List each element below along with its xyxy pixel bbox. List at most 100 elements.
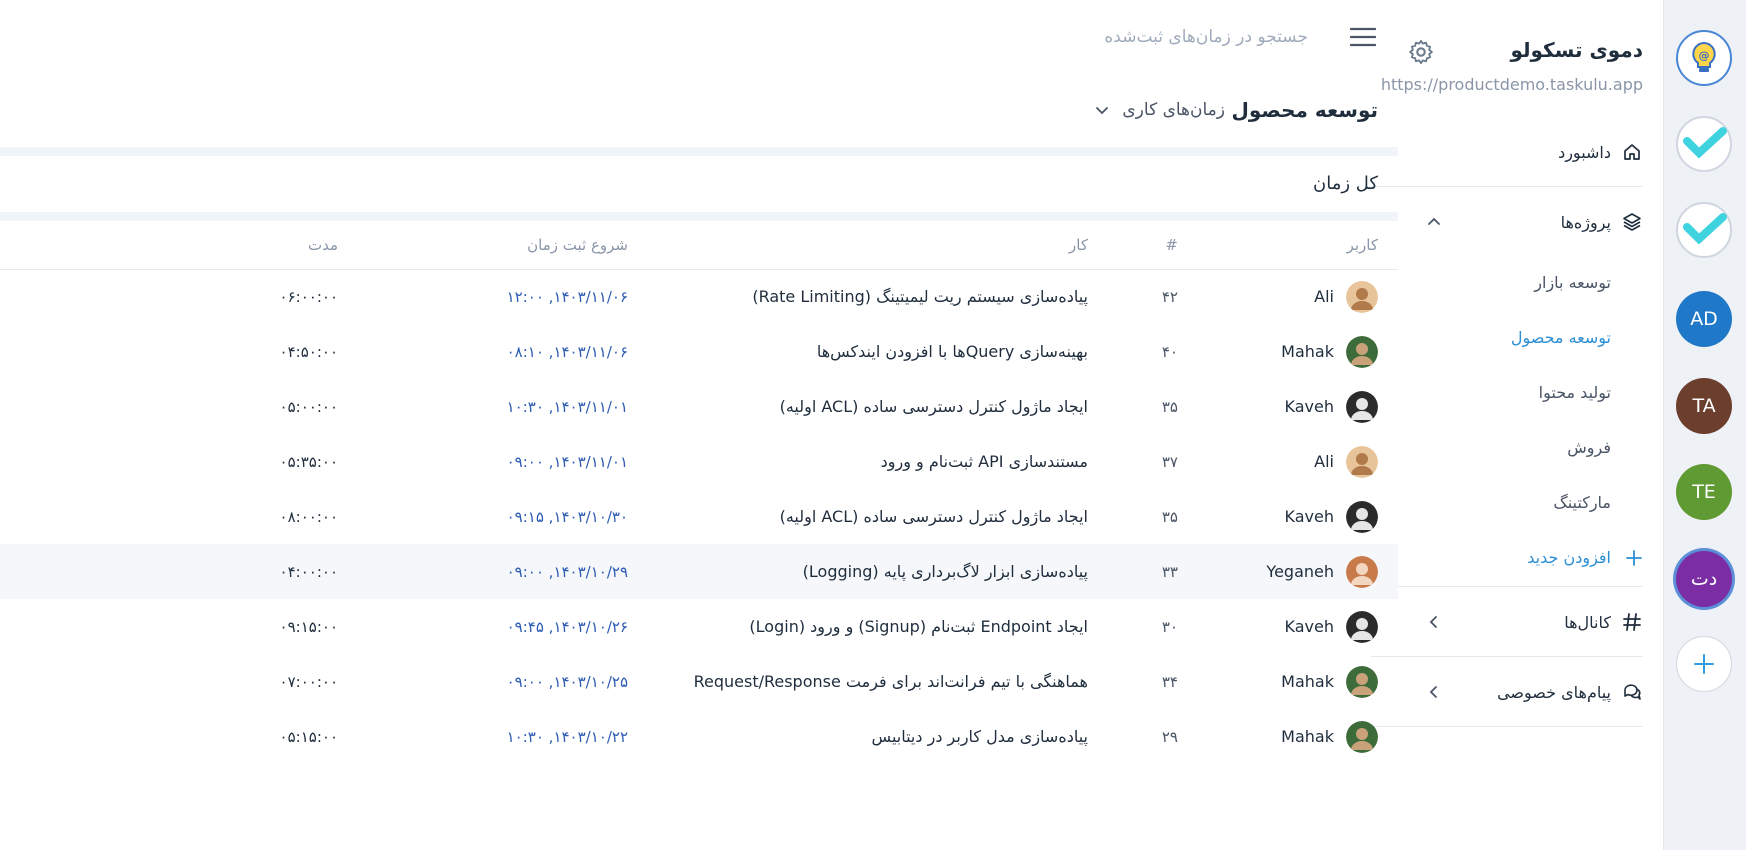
view-selector-label: زمان‌های کاری: [1122, 100, 1225, 120]
cell-task[interactable]: بهینه‌سازی Queryها با افزودن ایندکس‌ها: [648, 324, 1108, 379]
workspace-ta[interactable]: TA: [1676, 378, 1732, 434]
cell-duration: ۰۷:۰۰:۰۰: [279, 672, 338, 691]
cell-num: ۳۵: [1161, 397, 1178, 416]
user-avatar: [1346, 610, 1378, 643]
workspace-check-1[interactable]: [1676, 116, 1732, 172]
add-new-label: افزودن جدید: [1527, 548, 1611, 567]
user-name: Mahak: [1281, 342, 1334, 361]
view-selector[interactable]: زمان‌های کاری: [1094, 100, 1225, 120]
workspace-check-2[interactable]: [1676, 202, 1732, 258]
project-item[interactable]: تولید محتوا: [1539, 383, 1611, 402]
cell-duration: ۰۴:۵۰:۰۰: [279, 342, 338, 361]
section-band: [0, 212, 1398, 221]
cell-num: ۳۰: [1161, 617, 1178, 636]
cell-num: ۳۴: [1161, 672, 1178, 691]
chevron-left-icon[interactable]: [1426, 614, 1442, 630]
sidebar-item-channels[interactable]: کانال‌ها: [1418, 602, 1643, 642]
header-num[interactable]: #: [1108, 222, 1198, 270]
cell-task[interactable]: ایجاد ماژول کنترل دسترسی ساده (ACL اولیه…: [648, 489, 1108, 544]
cell-task[interactable]: مستندسازی API ثبت‌نام و ورود: [648, 434, 1108, 489]
section-band: [0, 147, 1398, 156]
cell-num: ۳۳: [1108, 544, 1198, 599]
divider: [1371, 586, 1643, 587]
user-name: Ali: [1314, 287, 1334, 307]
cell-task[interactable]: پیاده‌سازی مدل کاربر در دیتابیس: [648, 709, 1108, 764]
user-avatar: [1346, 335, 1378, 368]
workspace-dt[interactable]: دت: [1676, 551, 1732, 607]
project-item[interactable]: توسعه بازار: [1534, 273, 1611, 292]
header-task[interactable]: کار: [648, 222, 1108, 270]
chat-bubbles-icon: [1621, 681, 1643, 703]
check-icon: [1683, 127, 1727, 159]
sidebar-item-dashboard[interactable]: داشبورد: [1418, 132, 1643, 172]
table-row[interactable]: Kaveh ۳۰ ایجاد Endpoint ثبت‌نام (Signup)…: [0, 599, 1398, 654]
header-user[interactable]: کاربر: [1198, 222, 1398, 270]
cell-extra: [0, 324, 78, 379]
cell-start: ۱۴۰۳/۱۱/۰۶, ۰۸:۱۰: [506, 342, 628, 361]
total-time-label: کل زمان: [1313, 173, 1378, 194]
workspace-url[interactable]: https://productdemo.taskulu.app: [1381, 75, 1643, 94]
cell-duration: ۰۵:۱۵:۰۰: [279, 727, 338, 746]
user-name: Kaveh: [1284, 397, 1334, 416]
table-row[interactable]: Kaveh ۳۵ ایجاد ماژول کنترل دسترسی ساده (…: [0, 489, 1398, 544]
table-row[interactable]: Yeganeh ۳۳ پیاده‌سازی ابزار لاگ‌برداری پ…: [0, 544, 1398, 599]
table-row[interactable]: Ali ۴۲ پیاده‌سازی سیستم ریت لیمیتینگ (Ra…: [0, 269, 1398, 324]
cell-user: Mahak: [1198, 324, 1398, 379]
channels-label: کانال‌ها: [1564, 612, 1611, 632]
user-avatar: [1346, 555, 1378, 588]
hamburger-menu-icon[interactable]: [1350, 27, 1376, 47]
cell-start: ۱۴۰۳/۱۰/۲۵, ۰۹:۰۰: [506, 672, 628, 691]
table-row[interactable]: Ali ۳۷ مستندسازی API ثبت‌نام و ورود ۱۴۰۳…: [0, 434, 1398, 489]
chevron-up-icon[interactable]: [1426, 214, 1442, 230]
cell-extra: [0, 379, 78, 434]
workspace-logo-bulb-icon[interactable]: @: [1676, 30, 1732, 86]
chevron-left-icon[interactable]: [1426, 684, 1442, 700]
cell-task[interactable]: پیاده‌سازی ابزار لاگ‌برداری پایه (Loggin…: [648, 544, 1108, 599]
sidebar-item-projects[interactable]: پروژه‌ها: [1418, 202, 1643, 242]
user-avatar: [1346, 445, 1378, 478]
user-avatar: [1346, 720, 1378, 753]
header-start[interactable]: شروع ثبت زمان: [358, 222, 648, 270]
cell-task[interactable]: پیاده‌سازی سیستم ریت لیمیتینگ (Rate Limi…: [648, 269, 1108, 324]
add-project-button[interactable]: افزودن جدید: [1527, 548, 1643, 567]
user-name: Kaveh: [1284, 507, 1334, 526]
cell-extra: [0, 654, 78, 709]
page-title: توسعه محصول: [1231, 98, 1379, 122]
cell-num: ۳۵: [1161, 507, 1178, 526]
table-header-row: کاربر # کار شروع ثبت زمان مدت: [0, 222, 1398, 270]
user-avatar: [1346, 500, 1378, 533]
cell-start: ۱۴۰۳/۱۱/۰۱, ۰۹:۰۰: [506, 452, 628, 471]
project-item[interactable]: مارکتینگ: [1553, 493, 1611, 512]
cell-task[interactable]: ایجاد Endpoint ثبت‌نام (Signup) و ورود (…: [648, 599, 1108, 654]
cell-duration: ۰۵:۳۵:۰۰: [279, 452, 338, 471]
project-item-active[interactable]: توسعه محصول: [1511, 328, 1611, 347]
cell-user: Kaveh: [1198, 489, 1398, 544]
gear-icon[interactable]: [1407, 38, 1435, 66]
add-workspace-button[interactable]: [1676, 636, 1732, 692]
cell-task[interactable]: ایجاد ماژول کنترل دسترسی ساده (ACL اولیه…: [648, 379, 1108, 434]
workspace-te[interactable]: TE: [1676, 464, 1732, 520]
project-item[interactable]: فروش: [1567, 438, 1611, 457]
user-name: Mahak: [1281, 727, 1334, 746]
cell-num: ۲۹: [1161, 727, 1178, 746]
table-row[interactable]: Mahak ۲۹ پیاده‌سازی مدل کاربر در دیتابیس…: [0, 709, 1398, 764]
user-name: Kaveh: [1284, 617, 1334, 636]
cell-num: ۳۷: [1161, 452, 1178, 471]
cell-duration: ۰۶:۰۰:۰۰: [279, 287, 338, 306]
cell-start: ۱۴۰۳/۱۰/۲۹, ۰۹:۰۰: [358, 544, 648, 599]
workspace-te-label: TE: [1692, 481, 1716, 503]
private-messages-label: پیام‌های خصوصی: [1497, 682, 1611, 702]
table-row[interactable]: Mahak ۴۰ بهینه‌سازی Queryها با افزودن ای…: [0, 324, 1398, 379]
workspace-ad[interactable]: AD: [1676, 291, 1732, 347]
cell-num: ۴۲: [1161, 287, 1178, 306]
header-duration[interactable]: مدت: [78, 222, 358, 270]
sidebar-item-private-messages[interactable]: پیام‌های خصوصی: [1418, 672, 1643, 712]
table-row[interactable]: Kaveh ۳۵ ایجاد ماژول کنترل دسترسی ساده (…: [0, 379, 1398, 434]
cell-task[interactable]: هماهنگی با تیم فرانت‌اند برای فرمت Reque…: [648, 654, 1108, 709]
table-row[interactable]: Mahak ۳۴ هماهنگی با تیم فرانت‌اند برای ف…: [0, 654, 1398, 709]
cell-extra: [0, 489, 78, 544]
search-input[interactable]: [1008, 24, 1308, 50]
plus-icon: [1626, 549, 1642, 566]
cell-num: ۴۰: [1161, 342, 1178, 361]
cell-user: Ali: [1198, 434, 1398, 489]
